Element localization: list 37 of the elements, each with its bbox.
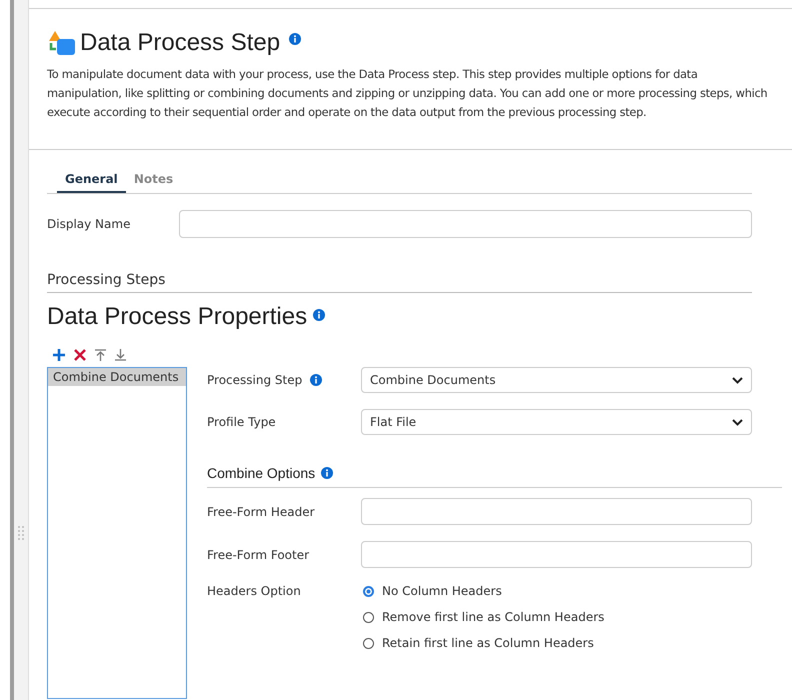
info-icon[interactable] (313, 309, 326, 321)
radio-button[interactable] (363, 638, 374, 648)
chevron-down-icon (732, 376, 743, 384)
field-label: Free-Form Header (207, 504, 315, 518)
field-label: Display Name (47, 217, 132, 231)
tab[interactable]: General (57, 168, 126, 193)
info-icon[interactable] (310, 374, 322, 386)
list-item[interactable]: Combine Documents (48, 368, 186, 386)
field-label: Profile Type (207, 415, 276, 429)
radio-button[interactable] (363, 586, 374, 596)
page-description: To manipulate document data with your process, use the Data Process step. This step provides multiple options for data manipulation, like splitting or combining documents and zipping or unzipping data. You can add one or more processing steps, which execute according to their sequential order and operate on the data output from the previous processing step. (47, 66, 768, 121)
chevron-down-icon (732, 418, 743, 426)
section-title: Combine Options (207, 465, 316, 481)
drag-handle-icon[interactable] (18, 525, 24, 541)
add-icon[interactable] (53, 349, 65, 361)
field-label: Headers Option (207, 584, 301, 598)
info-icon[interactable] (289, 33, 302, 45)
dropdown[interactable]: Combine Documents (361, 367, 752, 393)
input-field[interactable] (361, 541, 752, 568)
dropdown[interactable]: Flat File (361, 409, 752, 435)
move-top-icon[interactable] (95, 349, 106, 361)
field-label: Processing Step (207, 373, 302, 387)
data-process-icon (47, 29, 77, 57)
section-label: Processing Steps (47, 272, 752, 293)
radio-label[interactable]: Retain first line as Column Headers (382, 636, 594, 650)
delete-icon[interactable] (74, 349, 86, 361)
section-title: Data Process Properties (47, 303, 308, 331)
field-label: Free-Form Footer (207, 548, 310, 562)
input-field[interactable] (361, 498, 752, 525)
radio-label[interactable]: No Column Headers (382, 584, 502, 598)
move-bottom-icon[interactable] (115, 349, 126, 361)
info-icon[interactable] (321, 467, 334, 479)
page-title: Data Process Step (80, 29, 280, 57)
radio-button[interactable] (363, 612, 374, 622)
input-field[interactable] (179, 210, 752, 238)
tab[interactable]: Notes (126, 168, 182, 193)
radio-label[interactable]: Remove first line as Column Headers (382, 610, 604, 624)
